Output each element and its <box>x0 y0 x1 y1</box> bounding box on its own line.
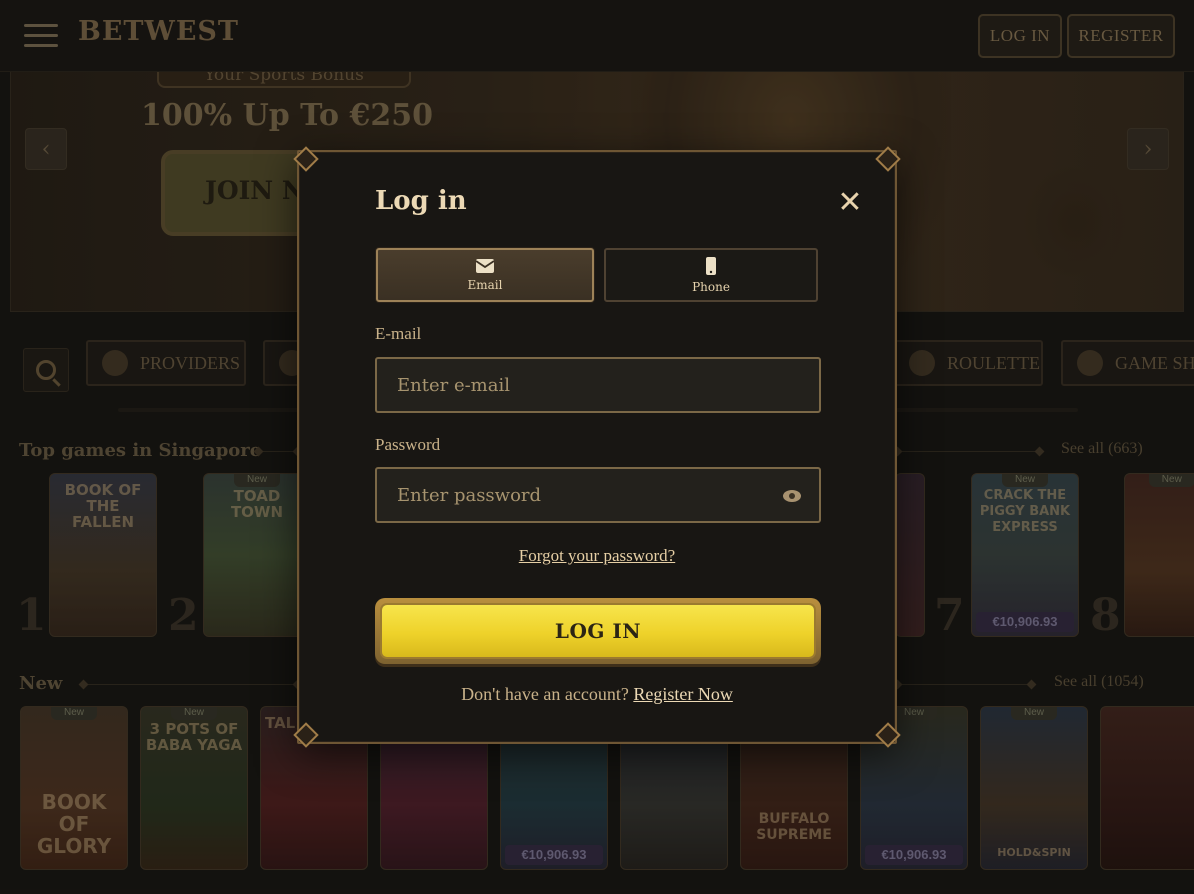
frame-corner-ornament <box>877 148 899 170</box>
tab-phone[interactable]: Phone <box>604 248 818 302</box>
modal-title: Log in <box>375 186 467 216</box>
email-field[interactable] <box>375 357 821 413</box>
frame-corner-ornament <box>877 724 899 746</box>
envelope-icon <box>475 259 495 273</box>
show-password-eye-icon[interactable] <box>783 490 801 502</box>
forgot-password-link[interactable]: Forgot your password? <box>299 546 895 566</box>
close-icon[interactable]: ✕ <box>835 188 865 218</box>
frame-corner-ornament <box>295 724 317 746</box>
tab-email[interactable]: Email <box>376 248 594 302</box>
login-modal: Log in ✕ Email Phone E-mail Password For… <box>297 150 897 744</box>
register-now-link[interactable]: Register Now <box>633 684 732 704</box>
email-label: E-mail <box>375 324 422 343</box>
signup-prompt: Don't have an account? Register Now <box>299 684 895 705</box>
login-submit-button[interactable]: LOG IN <box>375 598 821 664</box>
frame-corner-ornament <box>295 148 317 170</box>
login-submit-label: LOG IN <box>380 603 816 659</box>
signup-text: Don't have an account? <box>461 684 629 704</box>
password-field[interactable] <box>375 467 821 523</box>
tab-label: Phone <box>692 280 730 294</box>
tab-label: Email <box>467 278 503 292</box>
password-label: Password <box>375 435 441 454</box>
phone-icon <box>706 257 716 275</box>
